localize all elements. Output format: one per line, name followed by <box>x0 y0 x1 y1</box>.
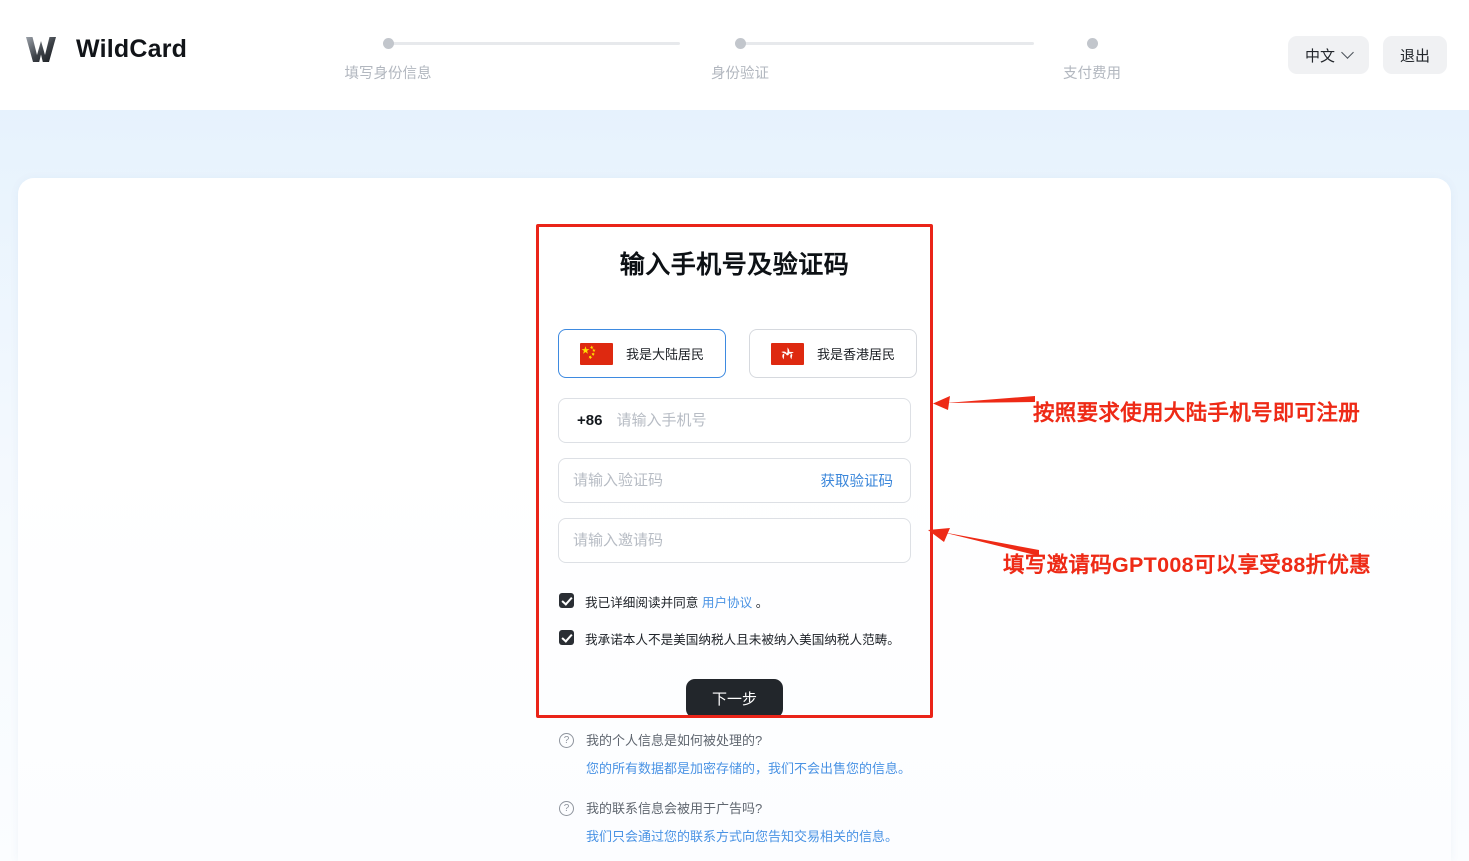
invite-code-field[interactable] <box>558 518 911 563</box>
faq-answer: 我们只会通过您的联系方式向您告知交易相关的信息。 <box>586 826 898 845</box>
next-step-button[interactable]: 下一步 <box>686 679 783 718</box>
stepper-dot-3 <box>1087 38 1098 49</box>
form-title: 输入手机号及验证码 <box>536 245 933 281</box>
agreement-row-tax: 我承诺本人不是美国纳税人且未被纳入美国纳税人范畴。 <box>559 629 933 648</box>
language-switcher-label: 中文 <box>1305 45 1335 66</box>
verification-code-input[interactable] <box>559 472 821 489</box>
region-selector: 我是大陆居民 我是香港居民 <box>558 329 933 378</box>
logout-button[interactable]: 退出 <box>1383 36 1447 74</box>
stepper-label-3: 支付费用 <box>1032 62 1152 83</box>
annotation-text-1: 按照要求使用大陆手机号即可注册 <box>1033 396 1360 427</box>
faq-answer: 您的所有数据都是加密存储的，我们不会出售您的信息。 <box>586 758 911 777</box>
region-option-hongkong[interactable]: 我是香港居民 <box>749 329 917 378</box>
china-flag-icon <box>580 343 613 365</box>
faq-question: 我的个人信息是如何被处理的? <box>586 730 911 749</box>
stepper-label-1: 填写身份信息 <box>328 62 448 83</box>
annotation-text-2: 填写邀请码GPT008可以享受88折优惠 <box>1003 548 1371 579</box>
agreement-row-terms: 我已详细阅读并同意 用户协议 。 <box>559 592 933 611</box>
faq-item: ? 我的个人信息是如何被处理的? 您的所有数据都是加密存储的，我们不会出售您的信… <box>559 730 1159 777</box>
stepper-step-1[interactable]: 填写身份信息 <box>328 30 448 83</box>
user-agreement-link[interactable]: 用户协议 <box>702 596 752 610</box>
stepper-dot-1 <box>383 38 394 49</box>
stepper-label-2: 身份验证 <box>680 62 800 83</box>
phone-field[interactable]: +86 <box>558 398 911 443</box>
invite-code-input[interactable] <box>559 532 910 549</box>
hongkong-flag-icon <box>771 343 804 365</box>
agreement-checkbox-tax[interactable] <box>559 630 574 645</box>
stepper-step-3[interactable]: 支付费用 <box>1032 30 1152 83</box>
region-option-mainland[interactable]: 我是大陆居民 <box>558 329 726 378</box>
progress-stepper: 填写身份信息 身份验证 支付费用 <box>330 30 1160 90</box>
language-switcher-button[interactable]: 中文 <box>1288 36 1369 74</box>
stepper-dot-2 <box>735 38 746 49</box>
agreement-text-terms: 我已详细阅读并同意 用户协议 。 <box>585 592 768 611</box>
faq-question: 我的联系信息会被用于广告吗? <box>586 798 898 817</box>
agreement-text-terms-after: 。 <box>756 596 769 610</box>
logout-button-label: 退出 <box>1400 45 1430 66</box>
chevron-down-icon <box>1341 46 1354 59</box>
stepper-step-2[interactable]: 身份验证 <box>680 30 800 83</box>
agreement-checkbox-terms[interactable] <box>559 593 574 608</box>
brand-name: WildCard <box>76 35 187 64</box>
region-option-hongkong-label: 我是香港居民 <box>817 344 895 363</box>
wildcard-w-logo-icon <box>24 32 58 66</box>
question-circle-icon: ? <box>559 801 574 816</box>
region-option-mainland-label: 我是大陆居民 <box>626 344 704 363</box>
annotation-arrow-1-left-arrow-icon <box>932 392 1037 418</box>
app-header: WildCard 填写身份信息 身份验证 支付费用 中文 <box>0 0 1469 110</box>
question-circle-icon: ? <box>559 733 574 748</box>
registration-form: 输入手机号及验证码 我是大陆居民 <box>536 224 933 718</box>
faq-item: ? 我的联系信息会被用于广告吗? 我们只会通过您的联系方式向您告知交易相关的信息… <box>559 798 1159 845</box>
phone-country-prefix: +86 <box>577 412 602 429</box>
brand: WildCard <box>24 32 187 66</box>
agreement-text-terms-before: 我已详细阅读并同意 <box>585 596 698 610</box>
page-root: WildCard 填写身份信息 身份验证 支付费用 中文 <box>0 0 1469 861</box>
header-actions: 中文 退出 <box>1288 36 1447 74</box>
agreement-text-tax: 我承诺本人不是美国纳税人且未被纳入美国纳税人范畴。 <box>585 629 900 648</box>
verification-code-field[interactable]: 获取验证码 <box>558 458 911 503</box>
phone-input[interactable] <box>602 412 910 429</box>
send-verification-code-button[interactable]: 获取验证码 <box>821 470 894 491</box>
faq-section: ? 我的个人信息是如何被处理的? 您的所有数据都是加密存储的，我们不会出售您的信… <box>559 730 1159 861</box>
